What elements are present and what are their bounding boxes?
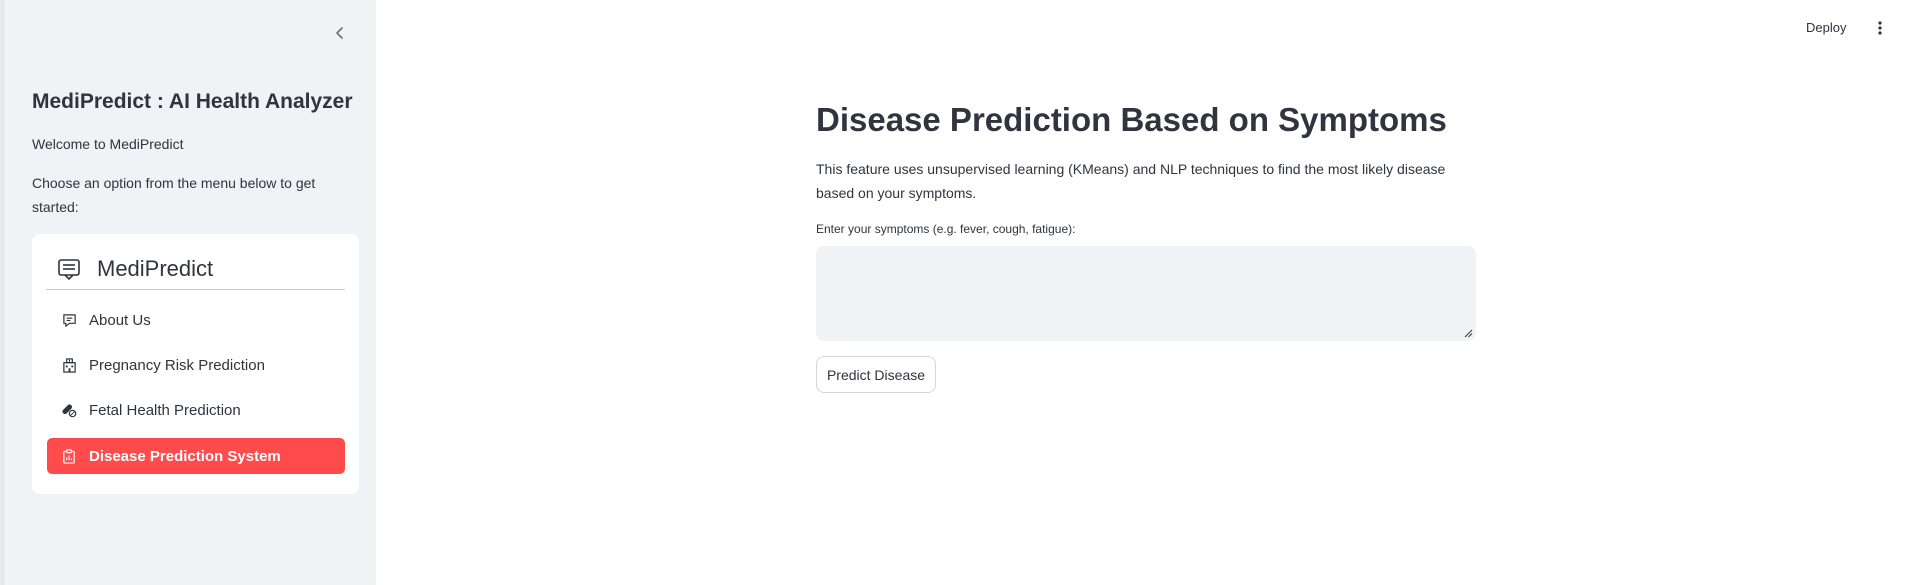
page-description: This feature uses unsupervised learning … xyxy=(816,161,1446,201)
menu-item-pregnancy-risk[interactable]: Pregnancy Risk Prediction xyxy=(47,347,345,383)
instruction-text: Choose an option from the menu below to … xyxy=(32,175,316,215)
chevron-left-icon xyxy=(336,27,343,39)
symptoms-label: Enter your symptoms (e.g. fever, cough, … xyxy=(816,222,1076,236)
menu-item-label: About Us xyxy=(89,311,151,329)
menu-item-disease-prediction[interactable]: Disease Prediction System xyxy=(47,438,345,474)
menu-item-label: Disease Prediction System xyxy=(89,447,281,465)
sidebar: MediPredict : AI Health Analyzer Welcome… xyxy=(0,0,376,585)
collapse-sidebar-button[interactable] xyxy=(327,20,353,46)
menu-title: MediPredict xyxy=(97,255,214,281)
menu-item-fetal-health[interactable]: Fetal Health Prediction xyxy=(47,392,345,428)
symptoms-input[interactable] xyxy=(816,246,1476,341)
main-menu-button[interactable] xyxy=(1870,18,1890,38)
welcome-text: Welcome to MediPredict xyxy=(32,136,184,152)
capsule-icon xyxy=(61,402,77,418)
hospital-icon xyxy=(61,357,77,373)
page-title: Disease Prediction Based on Symptoms xyxy=(816,101,1447,138)
sidebar-title: MediPredict : AI Health Analyzer xyxy=(32,90,353,113)
app-window: MediPredict : AI Health Analyzer Welcome… xyxy=(0,0,1919,585)
menu-item-label: Fetal Health Prediction xyxy=(89,401,241,419)
more-vertical-icon xyxy=(1878,21,1882,35)
menu-item-about-us[interactable]: About Us xyxy=(47,302,345,338)
resize-handle-icon[interactable] xyxy=(1463,328,1473,338)
card-list-icon xyxy=(57,257,81,281)
menu-item-label: Pregnancy Risk Prediction xyxy=(89,356,265,374)
option-menu: MediPredict About Us Pregnancy Risk Pred… xyxy=(32,234,359,494)
clipboard-icon xyxy=(61,448,77,464)
chat-icon xyxy=(61,312,77,328)
predict-disease-button[interactable]: Predict Disease xyxy=(816,356,936,393)
menu-header: MediPredict xyxy=(46,248,345,290)
deploy-button[interactable]: Deploy xyxy=(1806,20,1846,35)
